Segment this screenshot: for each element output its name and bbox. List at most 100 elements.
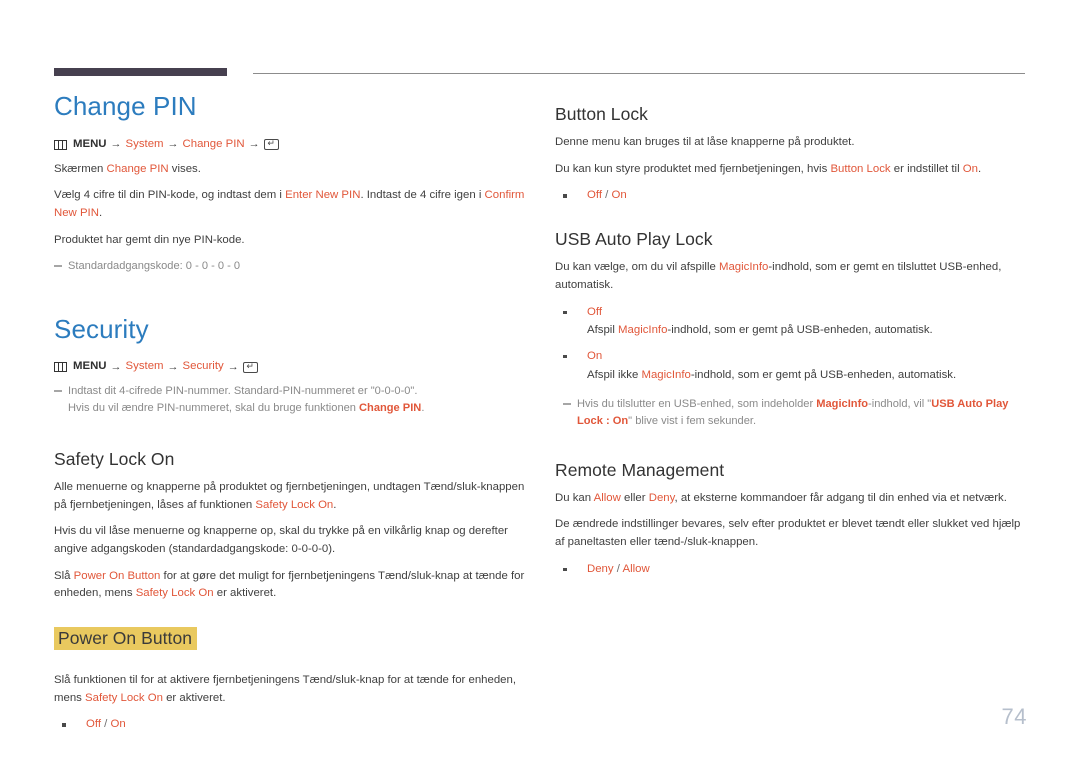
accent-magicinfo: MagicInfo <box>718 261 769 274</box>
menu-path-step-change-pin: Change PIN <box>182 137 245 150</box>
text-fragment: . <box>421 402 425 415</box>
text-fragment: er aktiveret. <box>162 691 226 704</box>
text-fragment: Slå <box>54 569 74 582</box>
option-off-description: Afspil MagicInfo-indhold, som er gemt på… <box>587 322 1027 340</box>
remote-management-paragraph-2: De ændrede indstillinger bevares, selv e… <box>555 518 1021 549</box>
menu-path-step-system: System <box>125 137 164 150</box>
text-fragment: . <box>333 498 337 511</box>
option-on: On <box>611 189 627 202</box>
text-fragment: Hvis du tilslutter en USB-enhed, som ind… <box>577 398 817 411</box>
text-fragment: Hvis du vil ændre PIN-nummeret, skal du … <box>68 402 360 415</box>
accent-power-on-button: Power On Button <box>73 569 161 582</box>
menu-icon <box>54 362 67 373</box>
text-fragment: er aktiveret. <box>213 587 277 600</box>
menu-path-change-pin: MENU → System → Change PIN → ↵ <box>54 137 530 153</box>
accent-magicinfo: MagicInfo <box>816 398 869 411</box>
header-rule <box>54 68 1025 77</box>
button-lock-paragraph-1: Denne menu kan bruges til at låse knappe… <box>555 136 855 149</box>
text-fragment: vises. <box>168 162 201 175</box>
menu-path-root: MENU <box>73 360 107 373</box>
subsection-title-power-on-button: Power On Button <box>54 626 198 651</box>
text-fragment: -indhold, som er gemt på USB-enheden, au… <box>690 368 957 381</box>
safety-lock-paragraph-2: Hvis du vil låse menuerne og knapperne o… <box>54 525 508 555</box>
option-off: Off <box>587 189 602 202</box>
button-lock-paragraph-2: Du kan kun styre produktet med fjernbetj… <box>555 161 1027 179</box>
right-column: Button Lock Denne menu kan bruges til at… <box>555 92 1027 590</box>
accent-safety-lock-on: Safety Lock On <box>85 691 163 704</box>
remote-management-paragraph-1: Du kan Allow eller Deny, at eksterne kom… <box>555 490 1027 508</box>
text-fragment: eller <box>620 491 649 504</box>
arrow-icon: → <box>167 360 179 373</box>
subsection-title-remote-management: Remote Management <box>555 459 725 480</box>
change-pin-paragraph-2: Vælg 4 cifre til din PIN-kode, og indtas… <box>54 187 530 222</box>
text-fragment: , at eksterne kommandoer får adgang til … <box>674 491 1007 504</box>
manual-page: Change PIN MENU → System → Change PIN → … <box>0 0 1080 763</box>
option-on-description: Afspil ikke MagicInfo-indhold, som er ge… <box>587 367 1027 385</box>
change-pin-note: Standardadgangskode: 0 - 0 - 0 - 0 <box>54 258 530 275</box>
menu-path-step-system: System <box>125 360 164 373</box>
remote-management-options: Deny / Allow <box>555 561 1027 579</box>
enter-key-icon: ↵ <box>242 361 258 373</box>
left-column: Change PIN MENU → System → Change PIN → … <box>54 92 530 746</box>
menu-path-root: MENU <box>73 137 107 150</box>
list-item: Deny / Allow <box>555 561 1027 579</box>
subsection-title-button-lock: Button Lock <box>555 104 648 124</box>
text-fragment: Afspil ikke <box>587 368 642 381</box>
arrow-icon: → <box>227 360 239 373</box>
accent-magicinfo: MagicInfo <box>641 368 691 381</box>
text-fragment: Afspil <box>587 324 619 337</box>
safety-lock-paragraph-3: Slå Power On Button for at gøre det muli… <box>54 568 530 603</box>
option-off: Off <box>587 305 602 318</box>
security-note-line-1: Indtast dit 4-cifrede PIN-nummer. Standa… <box>68 385 418 398</box>
subsection-title-usb-auto-play-lock: USB Auto Play Lock <box>555 229 713 250</box>
security-note: Indtast dit 4-cifrede PIN-nummer. Standa… <box>54 383 530 416</box>
accent-allow: Allow <box>593 491 621 504</box>
accent-change-pin: Change PIN <box>359 402 422 415</box>
usb-auto-play-note: Hvis du tilslutter en USB-enhed, som ind… <box>563 396 1027 429</box>
page-number: 74 <box>1001 704 1027 729</box>
list-item: On Afspil ikke MagicInfo-indhold, som er… <box>555 348 1027 384</box>
arrow-icon: → <box>167 137 179 150</box>
text-fragment: Du kan vælge, om du vil afspille <box>555 261 719 274</box>
power-on-button-paragraph-1: Slå funktionen til for at aktivere fjern… <box>54 672 530 707</box>
text-fragment: Du kan kun styre produktet med fjernbetj… <box>555 162 831 175</box>
text-fragment: . <box>98 206 103 219</box>
option-on: On <box>587 349 603 362</box>
list-item: Off Afspil MagicInfo-indhold, som er gem… <box>555 304 1027 340</box>
text-fragment: . <box>977 162 982 175</box>
button-lock-options: Off / On <box>555 187 1027 205</box>
menu-path-security: MENU → System → Security → ↵ <box>54 359 530 375</box>
text-fragment: Du kan <box>555 491 594 504</box>
header-thin-line <box>253 73 1025 74</box>
accent-magicinfo: MagicInfo <box>618 324 668 337</box>
change-pin-paragraph-1: Skærmen Change PIN vises. <box>54 161 530 179</box>
arrow-icon: → <box>110 360 122 373</box>
accent-on: On <box>962 162 978 175</box>
list-item: Off / On <box>555 187 1027 205</box>
arrow-icon: → <box>110 137 122 150</box>
header-accent-bar <box>54 68 227 76</box>
option-on: On <box>110 718 126 731</box>
text-fragment: " blive vist i fem sekunder. <box>628 414 757 427</box>
power-on-button-options: Off / On <box>54 716 530 734</box>
option-off: Off <box>86 718 101 731</box>
power-on-button-heading-wrap: Power On Button <box>54 626 530 660</box>
accent-safety-lock-on: Safety Lock On <box>135 587 214 600</box>
option-allow: Allow <box>622 562 650 575</box>
text-fragment: -indhold, som er gemt på USB-enheden, au… <box>667 324 933 337</box>
menu-path-step-security: Security <box>182 360 224 373</box>
change-pin-paragraph-3: Produktet har gemt din nye PIN-kode. <box>54 233 245 246</box>
usb-auto-play-paragraph-1: Du kan vælge, om du vil afspille MagicIn… <box>555 259 1027 294</box>
option-deny: Deny <box>587 562 614 575</box>
text-fragment: . Indtast de 4 cifre igen i <box>360 189 485 202</box>
text-fragment: -indhold, vil " <box>868 398 932 411</box>
section-title-change-pin: Change PIN <box>54 91 197 121</box>
arrow-icon: → <box>248 137 260 150</box>
enter-key-glyph: ↵ <box>267 138 275 149</box>
accent-enter-new-pin: Enter New PIN <box>285 189 361 202</box>
list-item: Off / On <box>54 716 530 734</box>
text-fragment: Skærmen <box>54 162 107 175</box>
usb-auto-play-options: Off Afspil MagicInfo-indhold, som er gem… <box>555 304 1027 385</box>
accent-change-pin: Change PIN <box>106 162 169 175</box>
accent-button-lock: Button Lock <box>830 162 891 175</box>
